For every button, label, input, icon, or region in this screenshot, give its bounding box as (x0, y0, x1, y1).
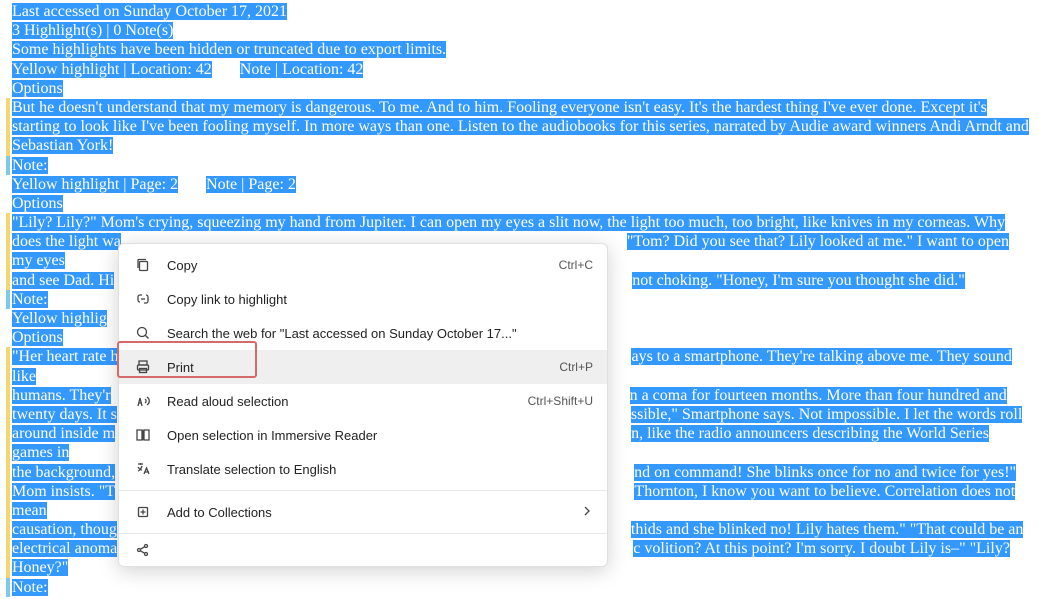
highlight3-l1a: "Her heart rate h (12, 348, 118, 365)
highlight3-l2a: humans. They'r (12, 387, 111, 404)
text-counts: 3 Highlight(s) | 0 Note(s) (12, 22, 173, 39)
highlight1-tag1: Yellow highlight | Location: 42 (12, 61, 212, 78)
menu-search-label: Search the web for "Last accessed on Sun… (167, 326, 593, 341)
immersive-reader-icon (133, 425, 153, 445)
read-aloud-icon (133, 391, 153, 411)
context-menu: Copy Ctrl+C Copy link to highlight Searc… (118, 243, 608, 567)
menu-print-label: Print (167, 360, 559, 375)
highlight1-body: But he doesn't understand that my memory… (12, 99, 1029, 154)
menu-copy-link[interactable]: Copy link to highlight (119, 282, 607, 316)
highlight2-body-l3b: not choking. "Honey, I'm sure you though… (632, 272, 965, 289)
highlight3-options[interactable]: Options (12, 329, 63, 346)
menu-search[interactable]: Search the web for "Last accessed on Sun… (119, 316, 607, 350)
menu-collections[interactable]: Add to Collections (119, 495, 607, 529)
copy-icon (133, 255, 153, 275)
menu-copy-shortcut: Ctrl+C (559, 258, 593, 272)
search-icon (133, 323, 153, 343)
print-icon (133, 357, 153, 377)
menu-read-aloud-label: Read aloud selection (167, 394, 528, 409)
menu-read-aloud-shortcut: Ctrl+Shift+U (528, 394, 593, 408)
link-highlight-icon (133, 289, 153, 309)
highlight3-l5a: the background, (12, 464, 115, 481)
menu-copy-label: Copy (167, 258, 559, 273)
highlight3-l3b: ssible," Smartphone says. Not impossible… (631, 406, 1022, 423)
highlight3-l5b: nd on command! She blinks once for no an… (634, 464, 1016, 481)
translate-icon (133, 459, 153, 479)
highlight3-l7a: causation, thoug (12, 521, 117, 538)
highlight2-body-l2a: does the light wa (12, 233, 121, 250)
highlight3-l6a: Mom insists. "T (12, 483, 115, 500)
text-last-accessed: Last accessed on Sunday October 17, 2021 (12, 3, 287, 20)
highlight3-l7b: thids and she blinked no! Lily hates the… (631, 521, 1024, 538)
highlight3-l9: Honey?" (12, 559, 68, 576)
highlight3-tag1: Yellow highlig (12, 310, 107, 327)
menu-separator-2 (119, 533, 607, 534)
menu-immersive-label: Open selection in Immersive Reader (167, 428, 593, 443)
share-icon (133, 540, 153, 560)
collections-icon (133, 502, 153, 522)
highlight2-tag2: Note | Page: 2 (206, 176, 296, 193)
highlight3-l3a: twenty days. It s (12, 406, 117, 423)
chevron-right-icon (581, 505, 593, 520)
highlight2-body-l1: "Lily? Lily?" Mom's crying, squeezing my… (12, 214, 1005, 231)
highlight2-options[interactable]: Options (12, 195, 63, 212)
menu-copy-link-label: Copy link to highlight (167, 292, 593, 307)
menu-translate-label: Translate selection to English (167, 462, 593, 477)
highlight2-tag1: Yellow highlight | Page: 2 (12, 176, 178, 193)
text-warning: Some highlights have been hidden or trun… (12, 41, 446, 58)
highlight1-options[interactable]: Options (12, 80, 63, 97)
highlight2-note: Note: (12, 291, 48, 308)
menu-print[interactable]: Print Ctrl+P (119, 350, 607, 384)
menu-collections-label: Add to Collections (167, 505, 573, 520)
highlight2-body-l3a: and see Dad. Hi (12, 272, 114, 289)
menu-separator (119, 490, 607, 491)
menu-copy[interactable]: Copy Ctrl+C (119, 248, 607, 282)
menu-print-shortcut: Ctrl+P (559, 360, 593, 374)
highlight1-tag2: Note | Location: 42 (240, 61, 364, 78)
menu-read-aloud[interactable]: Read aloud selection Ctrl+Shift+U (119, 384, 607, 418)
menu-immersive[interactable]: Open selection in Immersive Reader (119, 418, 607, 452)
highlight3-l2b: n a coma for fourteen months. More than … (630, 387, 1007, 404)
menu-translate[interactable]: Translate selection to English (119, 452, 607, 486)
highlight1-note: Note: (12, 157, 48, 174)
highlight3-l4a: around inside m (12, 425, 115, 442)
menu-more[interactable] (119, 538, 607, 562)
highlight3-note: Note: (12, 579, 48, 596)
